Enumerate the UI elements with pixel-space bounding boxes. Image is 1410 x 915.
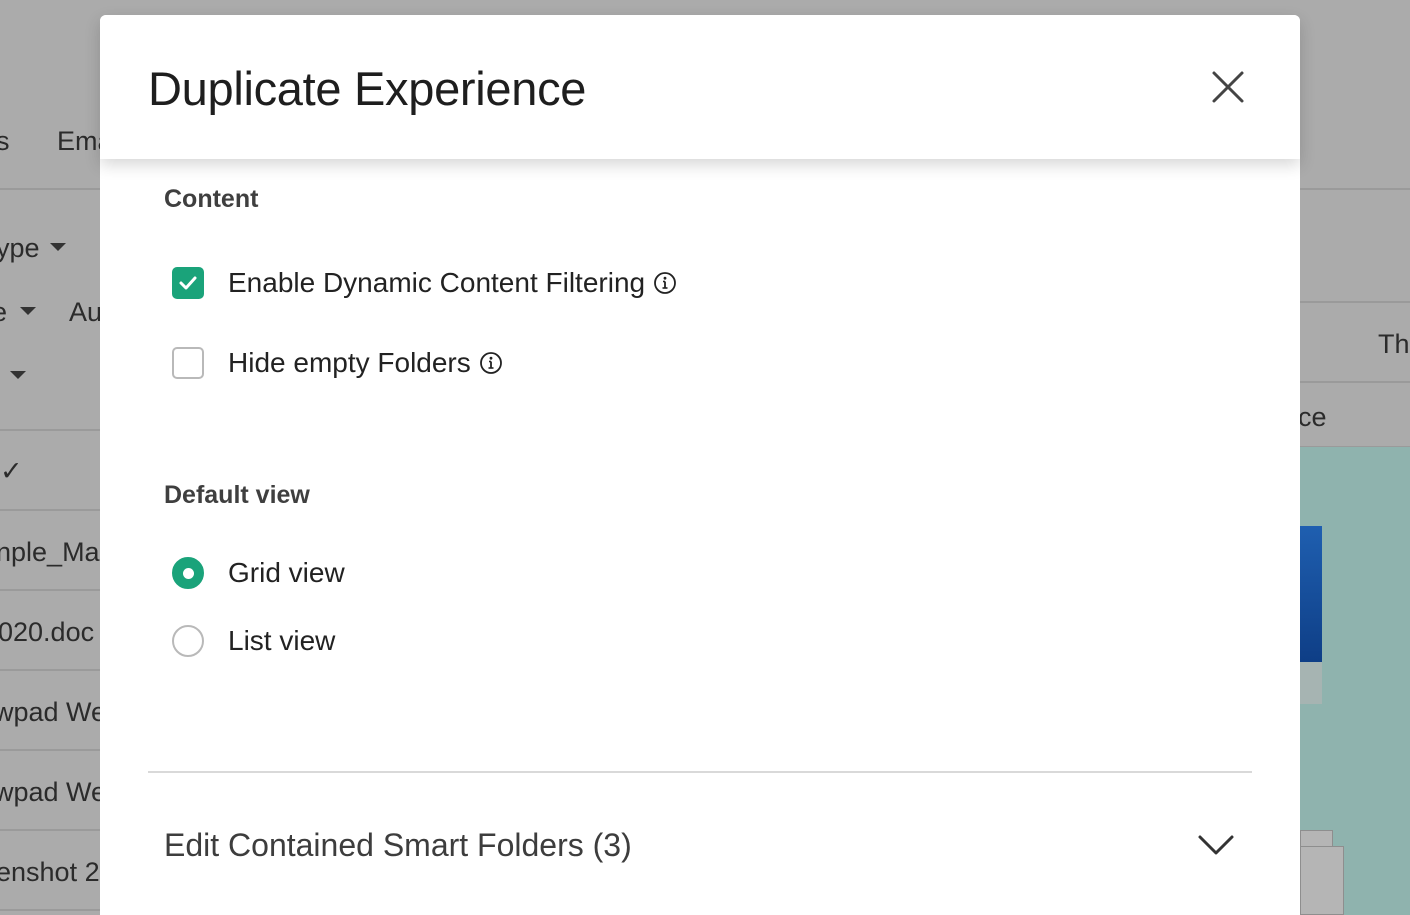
bg-divider bbox=[0, 749, 100, 751]
bg-thumbnail bbox=[1300, 526, 1322, 662]
hide-empty-folders-checkbox[interactable] bbox=[172, 347, 204, 379]
default-view-section-label: Default view bbox=[164, 481, 310, 509]
grid-view-radio[interactable] bbox=[172, 557, 204, 589]
bg-divider bbox=[0, 669, 100, 671]
accordion-label: Edit Contained Smart Folders (3) bbox=[164, 827, 632, 863]
bg-thumbnail-footer bbox=[1300, 662, 1322, 704]
dialog-header: Duplicate Experience bbox=[100, 15, 1300, 159]
bg-label: ce bbox=[1298, 402, 1327, 432]
chevron-down-icon bbox=[20, 307, 36, 315]
section-divider bbox=[148, 771, 1252, 773]
bg-table-row: nple_Mar bbox=[0, 537, 109, 567]
bg-divider bbox=[0, 829, 100, 831]
bg-filter-label: ype bbox=[0, 233, 40, 263]
bg-divider bbox=[0, 429, 100, 431]
radio-label: List view bbox=[228, 625, 336, 656]
checkbox-label: Enable Dynamic Content Filtering bbox=[228, 267, 646, 298]
bg-table-row: 020.doc bbox=[0, 617, 95, 647]
bg-filter-label: e bbox=[0, 297, 7, 328]
list-view-radio[interactable] bbox=[172, 625, 204, 657]
duplicate-experience-dialog: Duplicate Experience Content Enable Dyna… bbox=[100, 15, 1300, 915]
chevron-down-icon bbox=[50, 243, 66, 251]
bg-card bbox=[1300, 846, 1344, 915]
content-section-label: Content bbox=[164, 185, 259, 213]
checkmark-icon bbox=[179, 276, 197, 290]
bg-divider bbox=[0, 909, 100, 911]
checkbox-label: Hide empty Folders bbox=[228, 347, 471, 378]
dialog-title: Duplicate Experience bbox=[148, 62, 587, 115]
bg-nav-item: s bbox=[0, 126, 10, 156]
close-icon bbox=[1212, 71, 1244, 103]
chevron-down-icon bbox=[10, 371, 26, 379]
bg-divider bbox=[0, 589, 100, 591]
enable-dynamic-content-filtering-option[interactable]: Enable Dynamic Content Filtering bbox=[172, 267, 677, 299]
close-button[interactable] bbox=[1208, 67, 1248, 107]
bg-divider bbox=[1300, 301, 1410, 303]
radio-label: Grid view bbox=[228, 557, 345, 588]
grid-view-option[interactable]: Grid view bbox=[172, 557, 345, 589]
chevron-down-icon bbox=[1196, 829, 1236, 861]
list-view-option[interactable]: List view bbox=[172, 625, 335, 657]
bg-table-row: wpad We bbox=[0, 777, 107, 807]
bg-column-header: Th bbox=[1378, 329, 1410, 359]
bg-filter-label: Au bbox=[69, 297, 103, 327]
bg-table-row: enshot 2 bbox=[0, 857, 100, 887]
bg-table-row: wpad We bbox=[0, 697, 107, 727]
info-icon[interactable] bbox=[653, 271, 677, 295]
checkmark-icon: ✓ bbox=[0, 456, 23, 486]
edit-smart-folders-accordion[interactable]: Edit Contained Smart Folders (3) bbox=[148, 805, 1252, 885]
enable-dynamic-content-filtering-checkbox[interactable] bbox=[172, 267, 204, 299]
hide-empty-folders-option[interactable]: Hide empty Folders bbox=[172, 347, 503, 379]
bg-divider bbox=[0, 509, 100, 511]
bg-divider bbox=[1300, 381, 1410, 383]
info-icon[interactable] bbox=[479, 351, 503, 375]
